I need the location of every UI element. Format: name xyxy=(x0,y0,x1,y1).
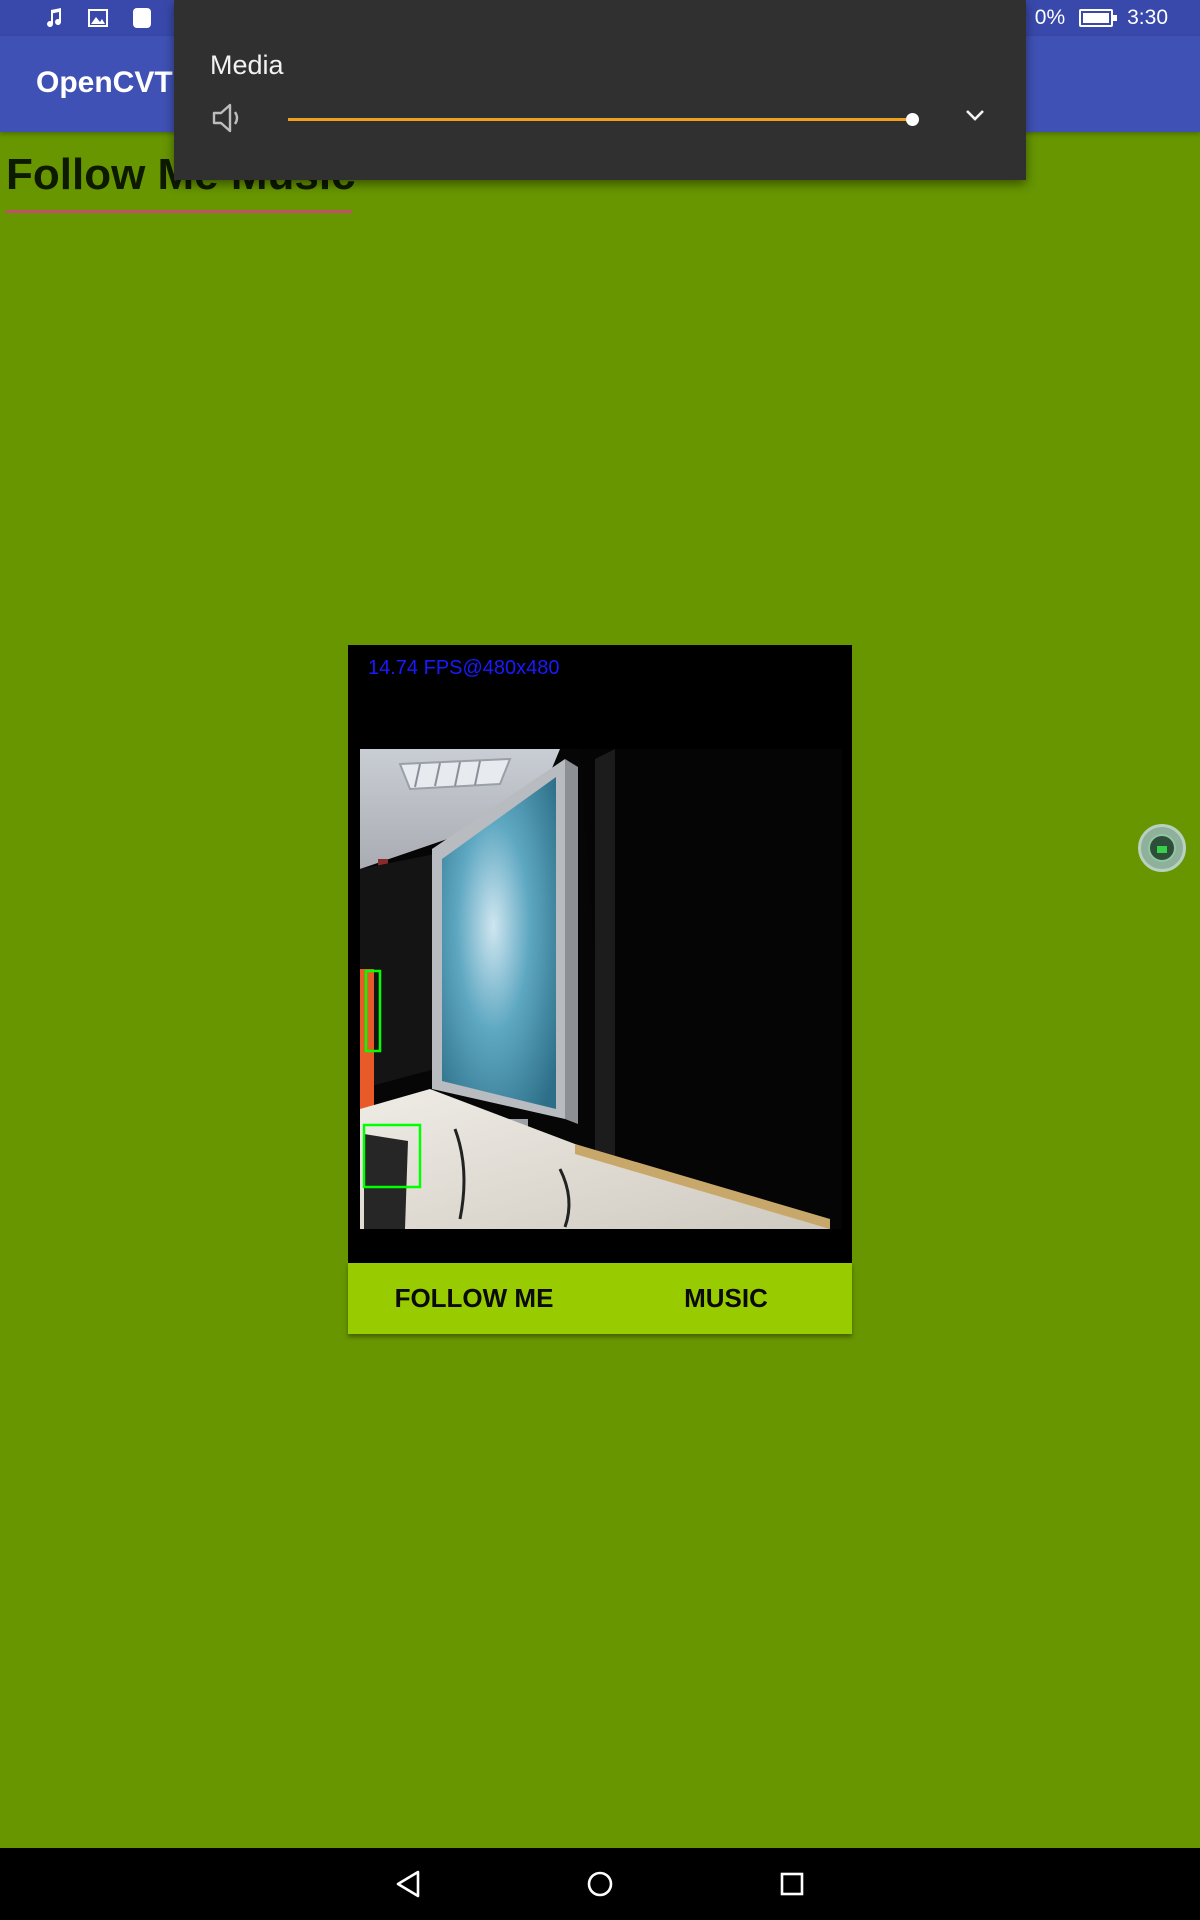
image-icon xyxy=(84,4,112,32)
volume-slider-thumb[interactable] xyxy=(906,113,919,126)
battery-percent: 0% xyxy=(1034,6,1066,29)
status-right: 0% 3:30 xyxy=(1035,0,1168,36)
overlay-icon xyxy=(1148,834,1176,862)
notification-icons xyxy=(40,4,156,32)
music-button[interactable]: MUSIC xyxy=(600,1263,852,1334)
clock: 3:30 xyxy=(1127,6,1168,29)
back-icon[interactable] xyxy=(390,1866,426,1902)
battery-icon xyxy=(1079,9,1118,27)
recents-icon[interactable] xyxy=(774,1866,810,1902)
music-note-icon xyxy=(40,4,68,32)
volume-panel-title: Media xyxy=(210,50,284,80)
app-title: OpenCVTE xyxy=(36,66,193,99)
action-button-bar: FOLLOW ME MUSIC xyxy=(348,1263,852,1334)
camera-frame-image xyxy=(360,749,842,1229)
chevron-down-icon[interactable] xyxy=(960,102,990,128)
navigation-bar xyxy=(0,1848,1200,1920)
home-icon[interactable] xyxy=(582,1866,618,1902)
heading-underline xyxy=(6,210,352,213)
floating-overlay-button[interactable] xyxy=(1138,824,1186,872)
app-notification-icon xyxy=(128,4,156,32)
camera-preview: 14.74 FPS@480x480 xyxy=(348,645,852,1263)
follow-me-button[interactable]: FOLLOW ME xyxy=(348,1263,600,1334)
media-volume-panel: Media xyxy=(174,0,1026,180)
fps-counter: 14.74 FPS@480x480 xyxy=(368,657,560,679)
volume-slider-track[interactable] xyxy=(288,118,918,121)
speaker-icon[interactable] xyxy=(210,100,246,136)
